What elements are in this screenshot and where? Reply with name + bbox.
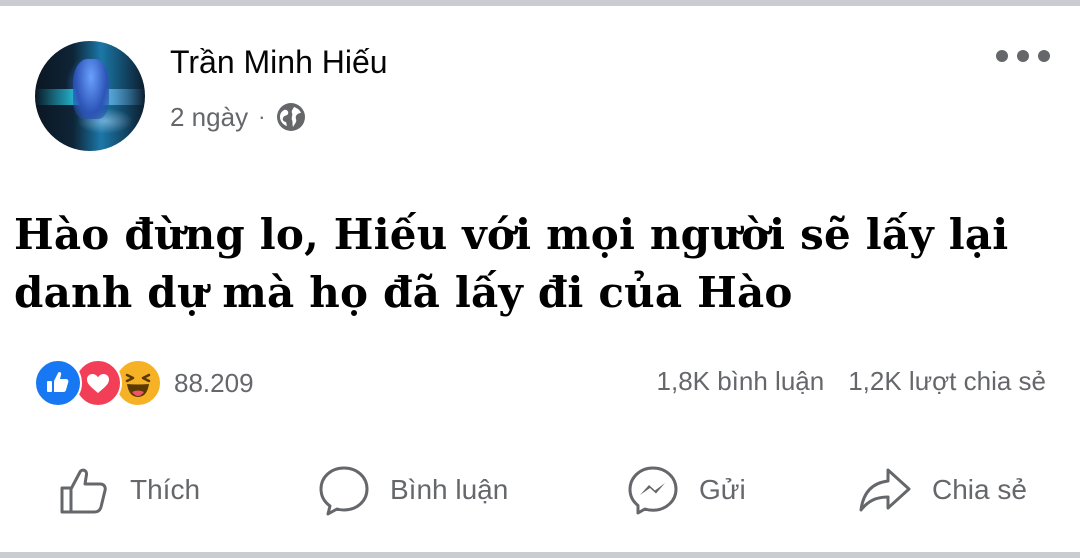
share-button[interactable]: Chia sẻ xyxy=(856,458,1027,522)
comment-button-label: Bình luận xyxy=(390,474,509,505)
post-timestamp[interactable]: 2 ngày xyxy=(170,102,248,133)
comment-icon xyxy=(319,466,369,516)
ellipsis-icon-dot xyxy=(1038,50,1050,62)
globe-icon xyxy=(277,103,306,131)
more-options-button[interactable] xyxy=(996,50,1050,62)
send-button[interactable]: Gửi xyxy=(625,458,746,522)
share-arrow-icon xyxy=(859,468,911,512)
like-button-label: Thích xyxy=(130,474,201,505)
top-divider xyxy=(0,0,1080,6)
ellipsis-icon-dot xyxy=(996,50,1008,62)
share-button-label: Chia sẻ xyxy=(932,474,1027,505)
meta-separator: · xyxy=(258,104,266,129)
send-button-label: Gửi xyxy=(699,474,746,505)
reaction-count: 88.209 xyxy=(174,367,254,398)
post-text-line: danh dự mà họ đã lấy đi của Hào xyxy=(14,268,793,317)
author-name[interactable]: Trần Minh Hiếu xyxy=(170,44,388,81)
avatar[interactable] xyxy=(35,41,145,151)
avatar-figure xyxy=(73,59,109,119)
messenger-icon xyxy=(628,466,678,515)
like-icon xyxy=(60,468,107,514)
share-count-link[interactable]: 1,2K lượt chia sẻ xyxy=(848,366,1046,397)
post-text-line: Hào đừng lo, Hiếu với mọi người sẽ lấy l… xyxy=(14,210,1009,259)
comment-button[interactable]: Bình luận xyxy=(316,458,508,522)
post-meta: 2 ngày · xyxy=(170,100,307,134)
like-icon xyxy=(34,359,82,407)
like-button[interactable]: Thích xyxy=(56,458,200,522)
bottom-divider xyxy=(0,552,1080,558)
reaction-summary[interactable]: 88.209 xyxy=(34,359,254,407)
post-text: Hào đừng lo, Hiếu với mọi người sẽ lấy l… xyxy=(14,206,1074,322)
engagement-stats: 1,8K bình luận 1,2K lượt chia sẻ xyxy=(657,366,1046,397)
comment-count-link[interactable]: 1,8K bình luận xyxy=(657,366,825,397)
ellipsis-icon-dot xyxy=(1017,50,1029,62)
